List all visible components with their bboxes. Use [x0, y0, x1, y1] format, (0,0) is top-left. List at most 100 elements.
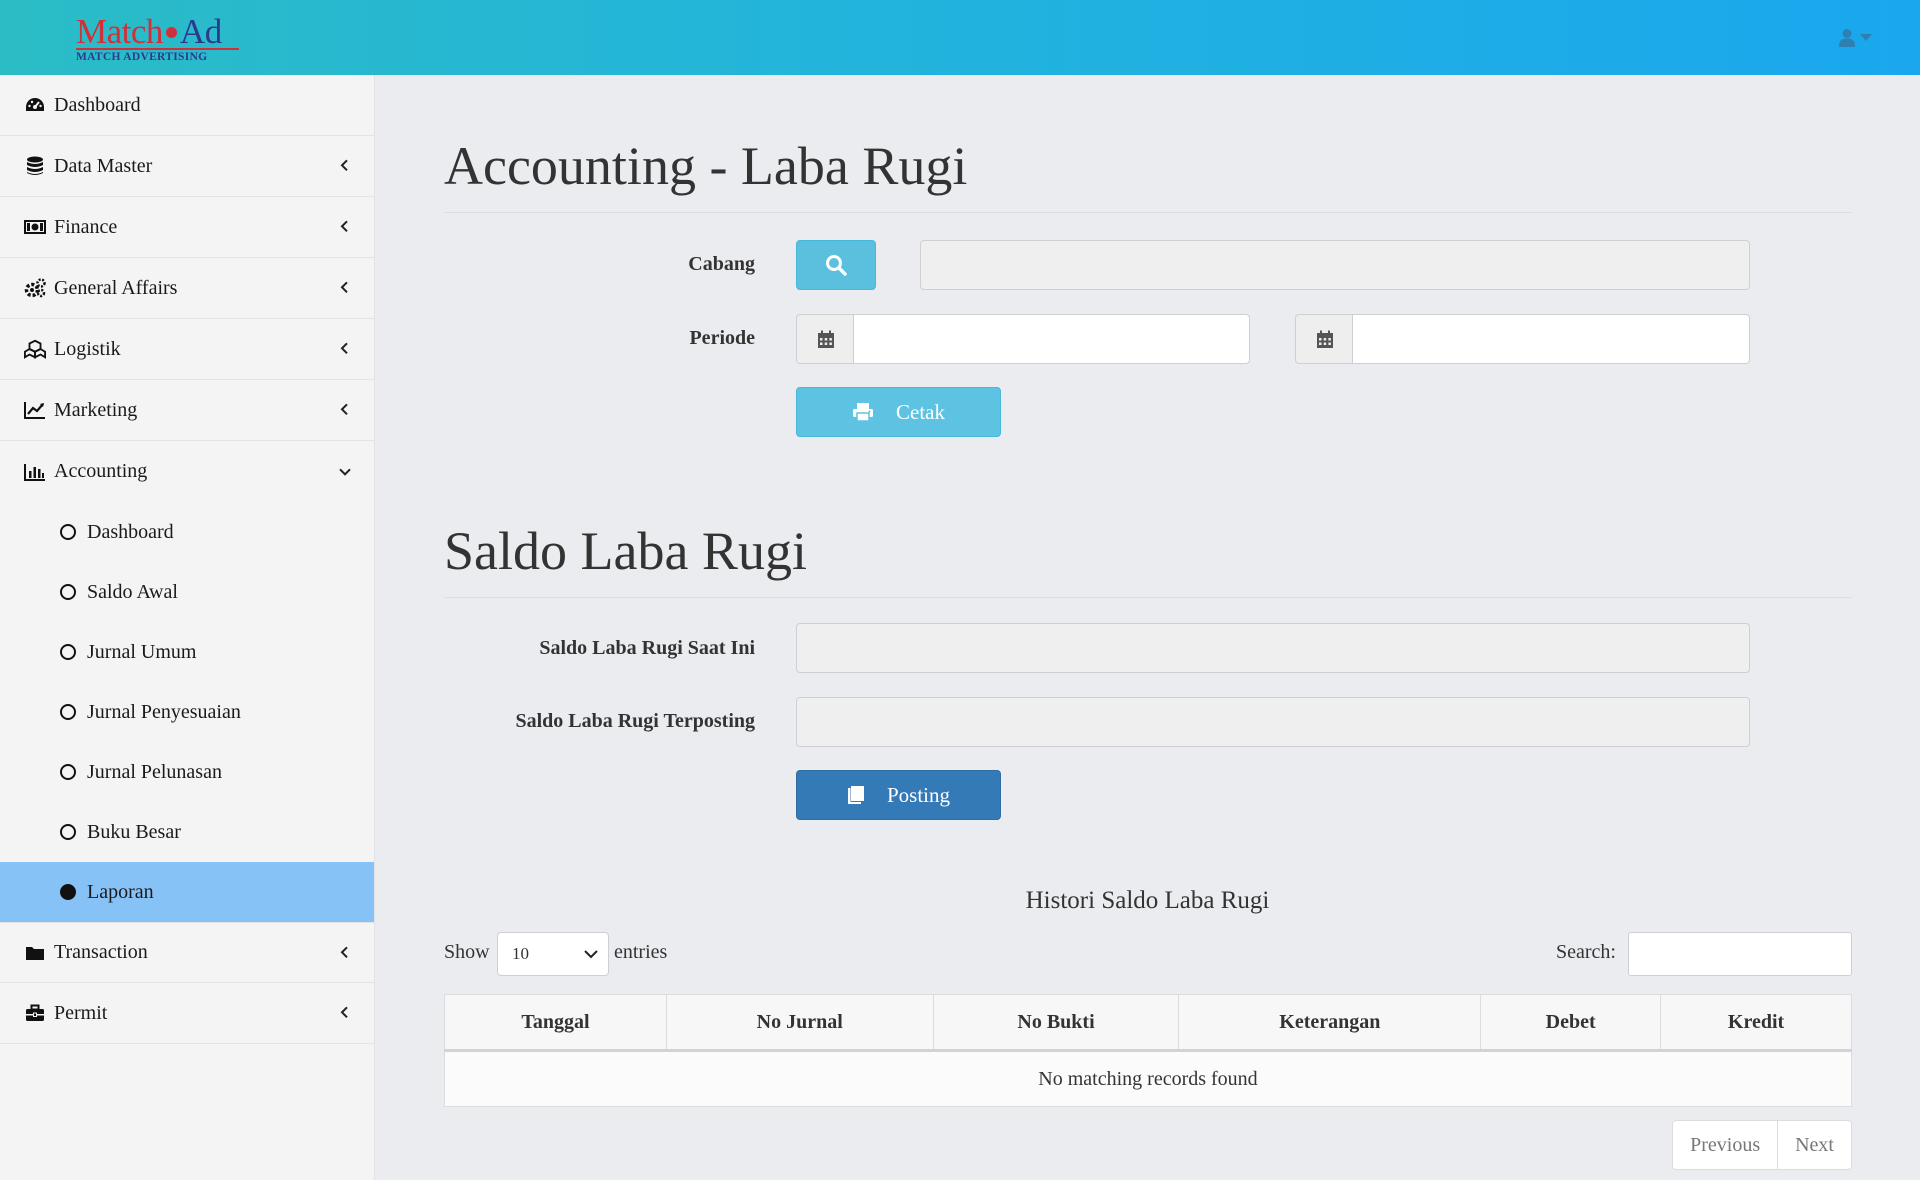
dashboard-icon [24, 94, 46, 116]
sidebar-item-marketing[interactable]: Marketing [0, 380, 374, 441]
entries-label: entries [614, 941, 668, 963]
sidebar-item-data-master[interactable]: Data Master [0, 136, 374, 197]
history-table: Tanggal No Jurnal No Bukti Keterangan De… [444, 994, 1852, 1107]
logo-dot [165, 26, 177, 38]
posting-button[interactable]: Posting [796, 770, 1001, 820]
entries-select[interactable]: 10 [497, 932, 609, 976]
book-icon [847, 786, 864, 804]
submenu-item-label: Saldo Awal [87, 580, 178, 603]
posting-button-label: Posting [886, 782, 951, 807]
saldo-posted-field[interactable] [796, 697, 1750, 747]
print-icon [853, 403, 873, 422]
folder-icon [24, 942, 46, 964]
cabang-search-button[interactable] [796, 240, 876, 290]
search-label: Search: [1556, 941, 1616, 963]
submenu-item-jurnal-umum[interactable]: Jurnal Umum [0, 622, 374, 682]
accounting-submenu: Dashboard Saldo Awal Jurnal Umum Jurnal … [0, 502, 374, 922]
sidebar-item-permit[interactable]: Permit [0, 983, 374, 1044]
sidebar-item-label: Data Master [54, 154, 153, 177]
circle-icon [60, 644, 76, 660]
section-title-saldo: Saldo Laba Rugi [444, 521, 807, 581]
chevron-left-icon [340, 403, 348, 416]
cabang-field[interactable] [920, 240, 1750, 290]
submenu-item-label: Laporan [87, 880, 154, 903]
pagination-previous[interactable]: Previous [1673, 1121, 1777, 1169]
chevron-down-icon [584, 950, 598, 959]
sidebar-item-label: Transaction [54, 941, 148, 963]
table-search-input[interactable] [1628, 932, 1852, 976]
main-content: Accounting - Laba Rugi Cabang Periode Ce… [375, 75, 1920, 1180]
pagination: Previous Next [1672, 1120, 1852, 1170]
submenu-item-buku-besar[interactable]: Buku Besar [0, 802, 374, 862]
chevron-left-icon [340, 946, 348, 958]
brand-logo[interactable]: Match Ad MATCH ADVERTISING [76, 14, 241, 66]
saldo-current-field[interactable] [796, 623, 1750, 673]
gears-icon [24, 277, 46, 299]
column-header-keterangan[interactable]: Keterangan [1178, 994, 1482, 1052]
column-header-debet[interactable]: Debet [1480, 994, 1662, 1052]
periode-end-addon [1295, 314, 1353, 364]
logo-underline [76, 48, 239, 50]
user-icon [1839, 29, 1855, 47]
submenu-item-label: Dashboard [87, 520, 174, 543]
chevron-left-icon [340, 281, 348, 294]
periode-start-addon [796, 314, 854, 364]
logo-part1: Match [76, 12, 163, 51]
history-caption: Histori Saldo Laba Rugi [1025, 887, 1270, 914]
column-header-tanggal[interactable]: Tanggal [444, 994, 667, 1052]
periode-start-input[interactable] [853, 314, 1250, 364]
submenu-item-label: Jurnal Pelunasan [87, 760, 222, 783]
database-icon [24, 155, 46, 177]
money-icon [24, 216, 46, 238]
submenu-item-dashboard[interactable]: Dashboard [0, 502, 374, 562]
circle-icon [60, 824, 76, 840]
saldo-posted-label: Saldo Laba Rugi Terposting [515, 710, 755, 732]
chevron-left-icon [340, 159, 348, 172]
chevron-down-icon [339, 468, 351, 476]
periode-label: Periode [689, 327, 755, 349]
circle-icon [60, 584, 76, 600]
submenu-item-laporan[interactable]: Laporan [0, 862, 374, 922]
show-label: Show [444, 941, 490, 963]
table-row: No matching records found [444, 1050, 1852, 1107]
sidebar-item-transaction[interactable]: Transaction [0, 922, 374, 983]
cubes-icon [24, 338, 46, 360]
submenu-item-jurnal-pelunasan[interactable]: Jurnal Pelunasan [0, 742, 374, 802]
divider [444, 597, 1852, 598]
submenu-item-label: Jurnal Penyesuaian [87, 700, 241, 723]
sidebar-item-accounting[interactable]: Accounting [0, 441, 374, 502]
sidebar-item-finance[interactable]: Finance [0, 197, 374, 258]
cetak-button[interactable]: Cetak [796, 387, 1001, 437]
sidebar-item-dashboard[interactable]: Dashboard [0, 75, 374, 136]
pagination-next[interactable]: Next [1777, 1121, 1851, 1169]
column-header-no-jurnal[interactable]: No Jurnal [665, 994, 934, 1052]
sidebar-item-label: General Affairs [54, 276, 178, 299]
line-chart-icon [24, 399, 46, 421]
chevron-left-icon [340, 1006, 348, 1019]
submenu-item-label: Jurnal Umum [87, 640, 197, 663]
sidebar-item-label: Permit [54, 1001, 108, 1024]
page-title: Accounting - Laba Rugi [444, 136, 968, 196]
column-header-no-bukti[interactable]: No Bukti [932, 994, 1180, 1052]
circle-icon [60, 764, 76, 780]
saldo-current-label: Saldo Laba Rugi Saat Ini [539, 637, 755, 659]
column-header-kredit[interactable]: Kredit [1660, 994, 1852, 1052]
sidebar-item-label: Logistik [54, 337, 121, 360]
submenu-item-jurnal-penyesuaian[interactable]: Jurnal Penyesuaian [0, 682, 374, 742]
cetak-button-label: Cetak [896, 399, 945, 424]
briefcase-icon [24, 1002, 46, 1024]
submenu-item-label: Buku Besar [87, 820, 181, 843]
circle-icon [60, 524, 76, 540]
sidebar-item-label: Marketing [54, 398, 138, 421]
logo-part2: Ad [179, 12, 222, 51]
cabang-label: Cabang [688, 253, 755, 275]
sidebar-item-general-affairs[interactable]: General Affairs [0, 258, 374, 319]
sidebar: Dashboard Data Master Finance General Af… [0, 75, 375, 1180]
user-menu-toggle[interactable] [1838, 26, 1880, 50]
periode-end-input[interactable] [1352, 314, 1750, 364]
logo-tagline: MATCH ADVERTISING [76, 51, 208, 63]
submenu-item-saldo-awal[interactable]: Saldo Awal [0, 562, 374, 622]
circle-filled-icon [60, 884, 76, 900]
sidebar-item-label: Dashboard [54, 93, 141, 116]
sidebar-item-logistik[interactable]: Logistik [0, 319, 374, 380]
